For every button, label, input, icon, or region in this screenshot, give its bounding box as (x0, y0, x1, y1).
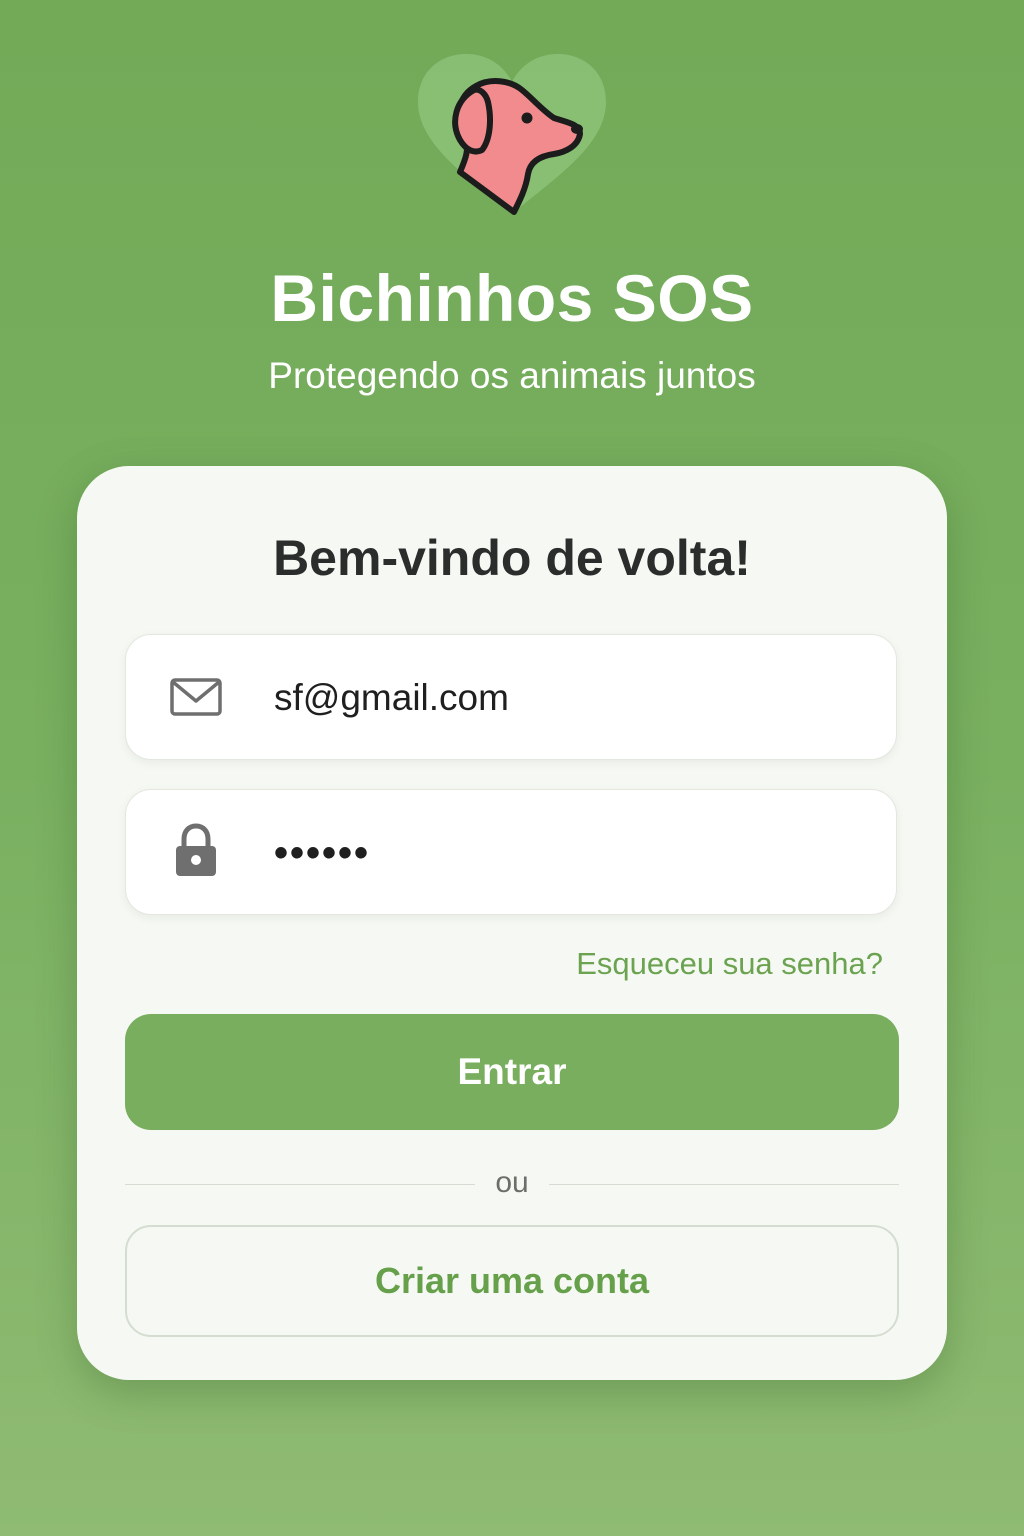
password-field[interactable]: •••••• (125, 789, 897, 915)
login-card: Bem-vindo de volta! sf@gmail.com •••••• … (77, 466, 947, 1380)
dog-nose (571, 124, 583, 134)
password-value[interactable]: •••••• (274, 790, 370, 916)
mail-icon (168, 673, 224, 723)
login-heading: Bem-vindo de volta! (273, 530, 751, 586)
dog-ear (452, 86, 493, 155)
divider-text: ou (495, 1166, 529, 1199)
lock-icon (168, 823, 224, 878)
create-account-button[interactable]: Criar uma conta (125, 1225, 899, 1337)
app-subtitle: Protegendo os animais juntos (268, 355, 756, 396)
email-value[interactable]: sf@gmail.com (274, 635, 509, 761)
login-button[interactable]: Entrar (125, 1014, 899, 1130)
app-title: Bichinhos SOS (270, 261, 754, 335)
forgot-password-link[interactable]: Esqueceu sua senha? (576, 942, 883, 986)
dog-eye (521, 112, 533, 124)
divider-line-left (125, 1184, 475, 1185)
heart-dog-logo-icon (414, 50, 610, 222)
email-field[interactable]: sf@gmail.com (125, 634, 897, 760)
divider-line-right (549, 1184, 899, 1185)
